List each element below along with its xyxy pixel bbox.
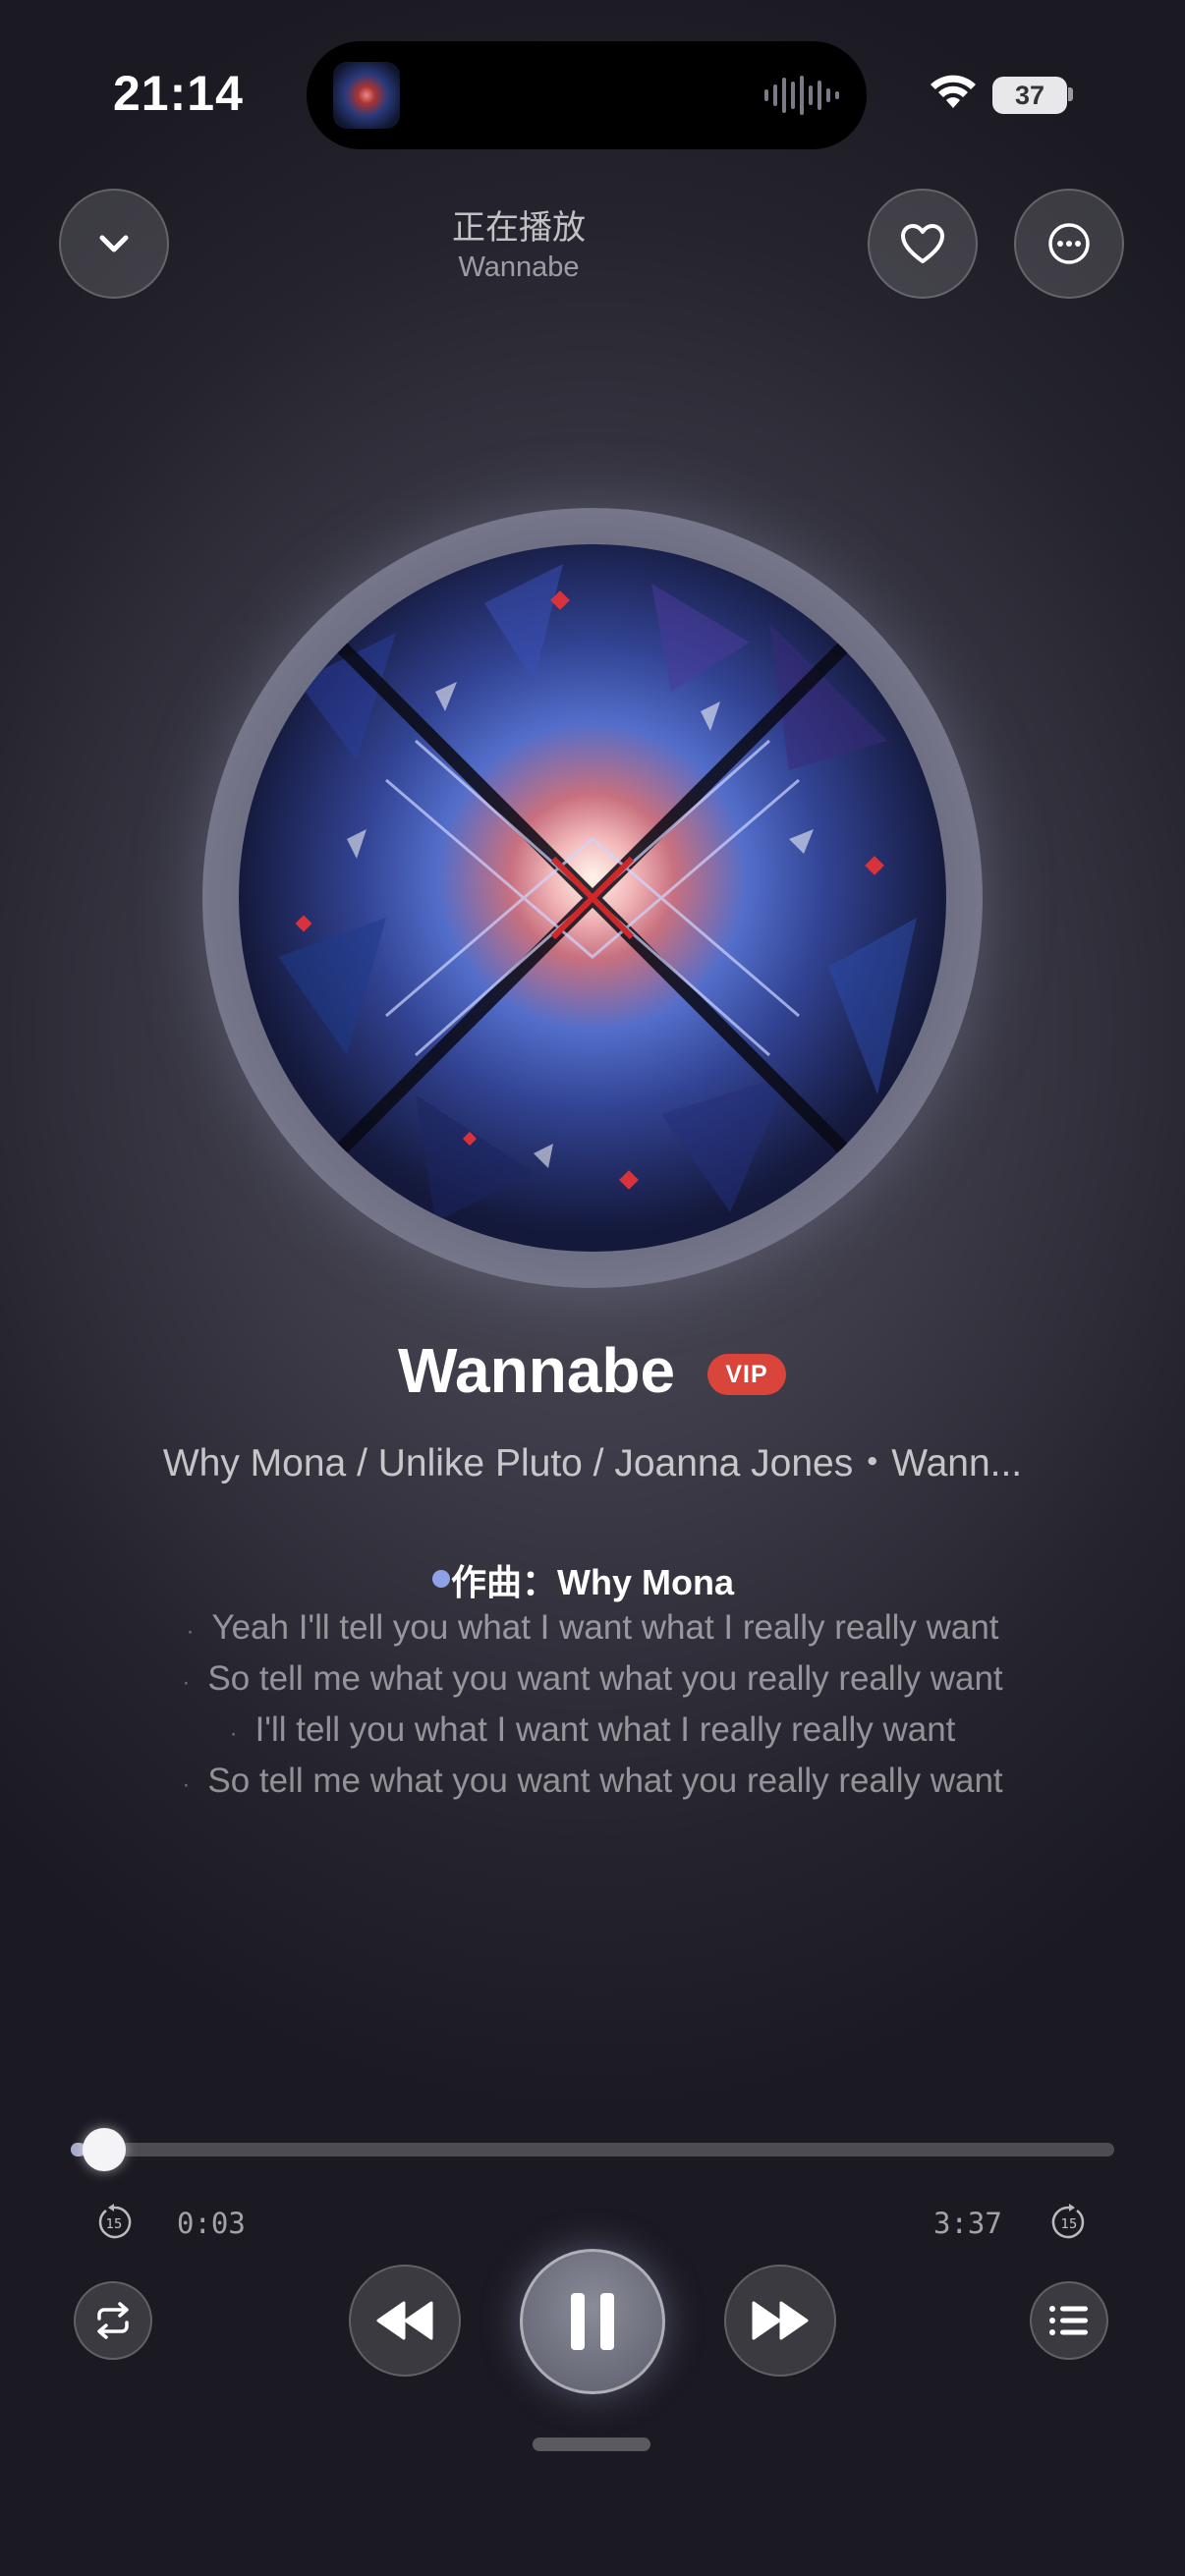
more-options-button[interactable] xyxy=(1014,189,1124,299)
fast-forward-icon xyxy=(752,2301,809,2340)
pause-button[interactable] xyxy=(520,2249,665,2394)
elapsed-time: 0:03 xyxy=(177,2207,246,2240)
repeat-button[interactable] xyxy=(74,2281,152,2360)
forward-15-icon: 15 xyxy=(1051,2204,1085,2239)
rewind-icon xyxy=(376,2301,433,2340)
collapse-button[interactable] xyxy=(59,189,169,299)
next-button[interactable] xyxy=(724,2265,836,2377)
audio-waveform-icon xyxy=(764,76,839,115)
vip-badge[interactable]: VIP xyxy=(707,1354,786,1395)
favorite-button[interactable] xyxy=(868,189,978,299)
previous-button[interactable] xyxy=(349,2265,461,2377)
skip-forward-15-button[interactable]: 15 xyxy=(1049,2203,1089,2247)
skip-back-15-button[interactable]: 15 xyxy=(94,2203,134,2247)
skip-forward-seconds: 15 xyxy=(1061,2217,1078,2232)
rewind-15-icon: 15 xyxy=(98,2204,132,2239)
battery-cap xyxy=(1068,87,1073,101)
lyric-credit: 作曲：Why Mona xyxy=(451,1562,734,1602)
album-cover[interactable] xyxy=(239,544,946,1252)
pause-icon xyxy=(571,2293,614,2350)
lyric-line[interactable]: · So tell me what you want what you reall… xyxy=(0,1659,1185,1699)
progress-track[interactable] xyxy=(71,2143,1114,2156)
lyric-line[interactable]: · So tell me what you want what you reall… xyxy=(0,1762,1185,1801)
now-playing-thumbnail xyxy=(333,62,400,129)
song-title: Wannabe xyxy=(398,1335,676,1406)
dynamic-island[interactable] xyxy=(307,41,867,149)
artist-album-line[interactable]: Why Mona / Unlike Pluto / Joanna Jones・W… xyxy=(59,1432,1126,1487)
progress-knob[interactable] xyxy=(82,2128,126,2171)
wifi-icon xyxy=(931,75,976,108)
queue-list-icon xyxy=(1049,2306,1088,2335)
more-options-icon xyxy=(1048,223,1090,264)
lyric-line[interactable]: · I'll tell you what I want what I really… xyxy=(0,1710,1185,1750)
total-duration: 3:37 xyxy=(933,2207,1002,2240)
battery-indicator: 37 xyxy=(992,77,1067,114)
skip-back-seconds: 15 xyxy=(106,2217,123,2232)
status-time: 21:14 xyxy=(113,66,244,121)
queue-button[interactable] xyxy=(1030,2281,1108,2360)
page-title: 正在播放 xyxy=(452,209,586,247)
chevron-down-icon xyxy=(99,235,129,252)
lyric-line[interactable]: · Yeah I'll tell you what I want what I r… xyxy=(0,1608,1185,1648)
album-cover-graphic xyxy=(278,564,917,1222)
page-subtitle: Wannabe xyxy=(458,252,580,283)
home-indicator[interactable] xyxy=(533,2437,650,2451)
repeat-icon xyxy=(97,2302,129,2339)
heart-icon xyxy=(901,224,944,263)
